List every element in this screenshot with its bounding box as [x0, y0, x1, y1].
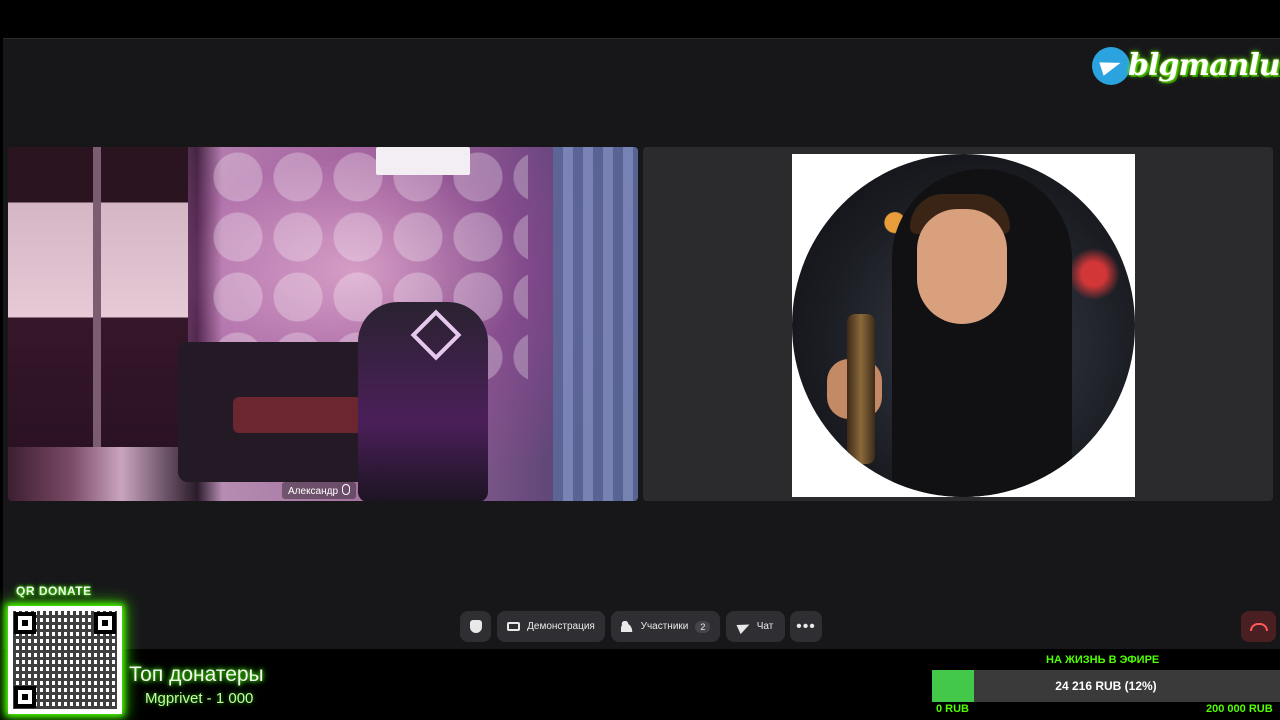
more-button[interactable]: •••: [790, 611, 822, 642]
top-donor-entry: Mgprivet - 1 000: [145, 690, 254, 707]
qr-code: [8, 606, 122, 714]
table: [233, 397, 368, 433]
qr-donate-title: QR DONATE: [16, 584, 92, 598]
phone-hangup-icon: [1249, 622, 1268, 631]
raise-hand-button[interactable]: [460, 611, 491, 642]
participants-button[interactable]: Участники 2: [611, 611, 720, 642]
donation-goal-max: 200 000 RUB: [1206, 703, 1273, 715]
telegram-icon: [1092, 47, 1130, 85]
participant-name: Александр: [288, 486, 339, 497]
mic-icon: [342, 484, 351, 495]
screen-icon: [507, 622, 521, 631]
avatar-face: [917, 209, 1007, 324]
brand-text: blgmanlu: [1128, 48, 1280, 83]
screen-share-button[interactable]: Демонстрация: [497, 611, 605, 642]
screen-share-label: Демонстрация: [527, 621, 595, 632]
qr-finder-bottom-left: [14, 686, 36, 708]
brand-logo: blgmanlu: [1092, 44, 1280, 92]
chat-button[interactable]: Чат: [726, 611, 785, 642]
participant-name-label: Александр: [282, 482, 357, 499]
qr-finder-top-right: [94, 612, 116, 634]
wardrobe: [8, 147, 188, 447]
avatar: [792, 154, 1135, 497]
air-conditioner: [376, 147, 470, 175]
participants-label: Участники: [640, 621, 689, 632]
participants-count-badge: 2: [695, 620, 711, 633]
more-dots-icon: •••: [796, 617, 816, 635]
donation-goal-progress-text: 24 216 RUB (12%): [1055, 679, 1157, 693]
hangup-button[interactable]: [1241, 611, 1276, 642]
curtain: [553, 147, 638, 501]
hand-icon: [469, 620, 482, 633]
video-tile-alexander[interactable]: [8, 147, 638, 501]
avatar-frame: [792, 154, 1135, 497]
donation-goal-min: 0 RUB: [936, 703, 970, 715]
top-donors-title: Топ донатеры: [129, 663, 264, 686]
people-icon: [620, 621, 634, 632]
send-icon: [736, 619, 752, 634]
chat-label: Чат: [756, 621, 774, 632]
donation-goal-title: НА ЖИЗНЬ В ЭФИРЕ: [1046, 654, 1160, 666]
avatar-bottle: [847, 314, 875, 464]
qr-finder-top-left: [14, 612, 36, 634]
donation-goal-bar: 24 216 RUB (12%): [932, 670, 1280, 702]
